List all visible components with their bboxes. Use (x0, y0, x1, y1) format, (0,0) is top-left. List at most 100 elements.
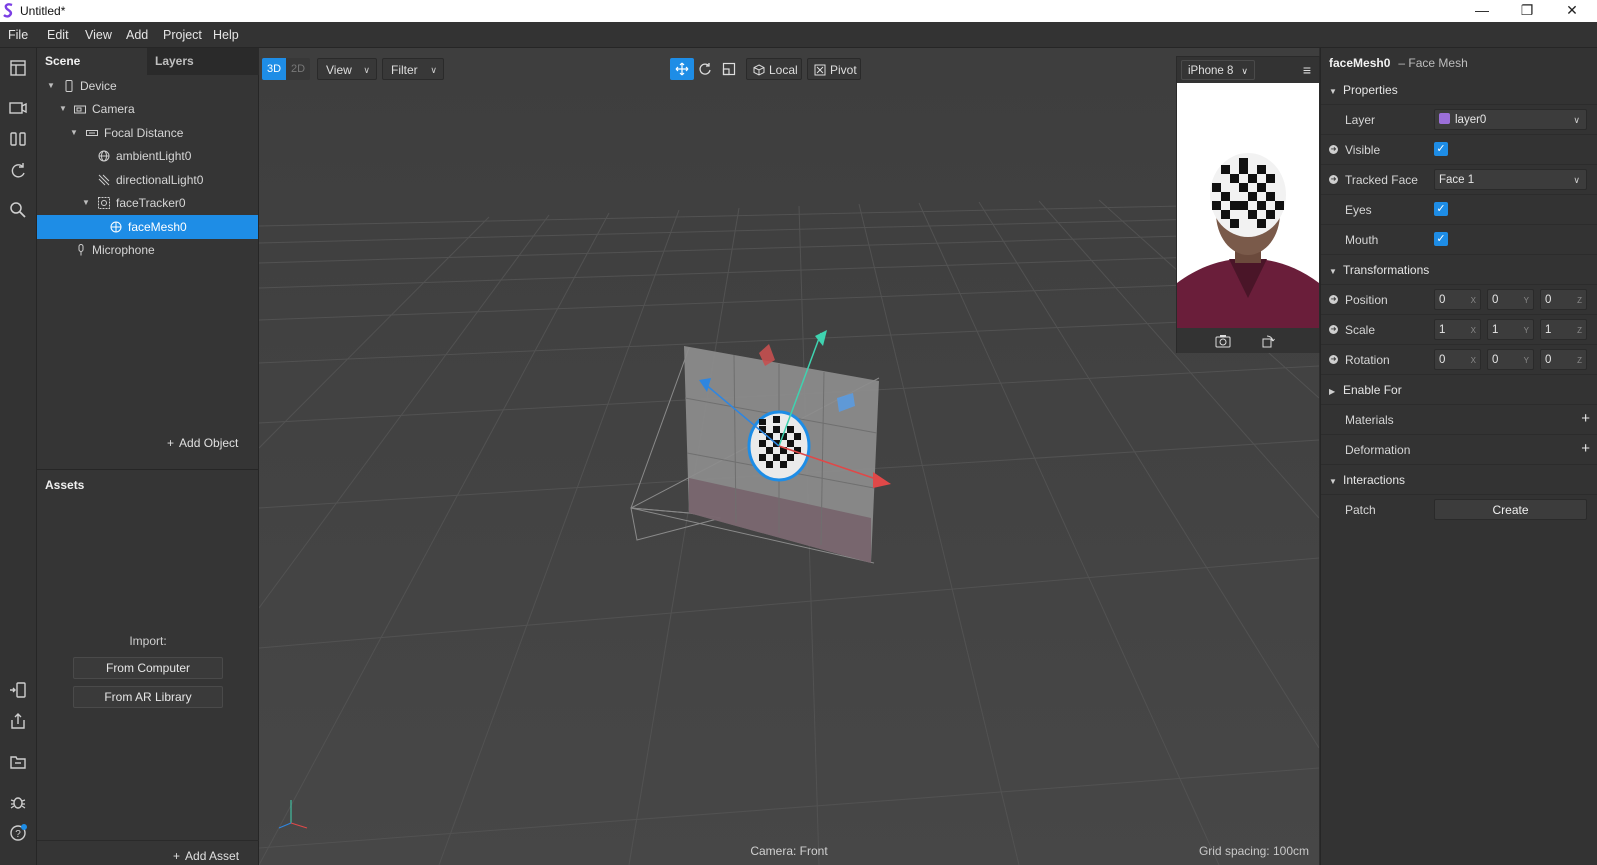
tree-label: ambientLight0 (116, 149, 192, 163)
scale-tool-button[interactable] (717, 58, 741, 80)
tree-item-device[interactable]: ▼ Device (37, 74, 258, 98)
expand-caret-icon[interactable]: ▼ (47, 74, 57, 98)
expand-caret-icon[interactable]: ▼ (70, 121, 80, 145)
mouth-label: Mouth (1345, 233, 1379, 247)
visible-checkbox[interactable]: ✓ (1434, 142, 1448, 156)
device-select[interactable]: iPhone 8 ∨ (1181, 60, 1255, 80)
connect-arrow-icon[interactable]: ➜ (1329, 325, 1338, 334)
minimize-button[interactable]: — (1460, 0, 1504, 22)
eyes-checkbox[interactable]: ✓ (1434, 202, 1448, 216)
section-interactions[interactable]: ▼ Interactions (1321, 465, 1597, 495)
rotate-tool-button[interactable] (693, 58, 717, 80)
plus-icon: + (173, 849, 181, 863)
section-label: Transformations (1343, 263, 1430, 277)
scale-x-field[interactable]: 1X (1434, 319, 1481, 340)
add-deformation-plus-icon[interactable]: + (1581, 440, 1590, 457)
tree-item-ambient-light[interactable]: ambientLight0 (37, 144, 258, 168)
mode-3d-button[interactable]: 3D (262, 58, 286, 80)
tree-item-directional-light[interactable]: directionalLight0 (37, 168, 258, 192)
close-button[interactable]: ✕ (1550, 0, 1594, 22)
expand-caret-icon[interactable]: ▼ (82, 191, 92, 215)
add-object-button[interactable]: + Add Object (167, 436, 238, 450)
help-icon[interactable]: ? (8, 823, 28, 843)
refresh-icon[interactable] (8, 161, 28, 181)
menu-view[interactable]: View (85, 28, 112, 42)
preview-header: iPhone 8 ∨ ≡ (1177, 57, 1319, 83)
axis-y-label: Y (1523, 356, 1529, 365)
menu-add[interactable]: Add (126, 28, 148, 42)
position-x-field[interactable]: 0X (1434, 289, 1481, 310)
maximize-button[interactable]: ❐ (1505, 0, 1549, 22)
connect-arrow-icon[interactable]: ➜ (1329, 145, 1338, 154)
rotation-z-field[interactable]: 0Z (1540, 349, 1587, 370)
menu-icon[interactable]: ≡ (1303, 62, 1311, 78)
position-z-field[interactable]: 0Z (1540, 289, 1587, 310)
section-enable-for[interactable]: ▶ Enable For (1321, 375, 1597, 405)
screenshot-icon[interactable] (1215, 334, 1231, 348)
ambient-light-icon (98, 150, 110, 162)
add-asset-button[interactable]: + Add Asset (173, 849, 239, 863)
tracked-face-select[interactable]: Face 1 ∨ (1434, 169, 1587, 190)
tree-label: Focal Distance (104, 126, 184, 140)
eyes-row: Eyes ✓ (1321, 195, 1597, 225)
tab-layers[interactable]: Layers (147, 48, 259, 75)
from-computer-button[interactable]: From Computer (73, 657, 223, 679)
layer-color-swatch (1439, 113, 1450, 124)
pivot-toggle[interactable]: Pivot (807, 58, 861, 80)
add-material-plus-icon[interactable]: + (1581, 410, 1590, 427)
layer-select[interactable]: layer0 ∨ (1434, 109, 1587, 130)
connect-arrow-icon[interactable]: ➜ (1329, 355, 1338, 364)
move-tool-button[interactable] (670, 58, 694, 80)
menu-edit[interactable]: Edit (47, 28, 69, 42)
tree-item-face-tracker[interactable]: ▼ faceTracker0 (37, 191, 258, 215)
filter-dropdown[interactable]: Filter ∨ (382, 58, 444, 80)
menu-file[interactable]: File (8, 28, 28, 42)
connect-arrow-icon[interactable]: ➜ (1329, 175, 1338, 184)
tree-item-microphone[interactable]: Microphone (37, 238, 258, 262)
tree-item-focal-distance[interactable]: ▼ Focal Distance (37, 121, 258, 145)
local-toggle[interactable]: Local (746, 58, 802, 80)
face-mesh-icon (110, 221, 122, 233)
rotate-device-icon[interactable] (1261, 334, 1275, 348)
layout-icon[interactable] (8, 58, 28, 78)
create-patch-button[interactable]: Create (1434, 499, 1587, 520)
rotation-y-field[interactable]: 0Y (1487, 349, 1534, 370)
menu-project[interactable]: Project (163, 28, 202, 42)
axis-x-label: X (1470, 356, 1476, 365)
scene-viewport[interactable]: 3D 2D View ∨ Filter ∨ Local Pivot Camera: … (259, 48, 1319, 865)
section-transformations[interactable]: ▼ Transformations (1321, 255, 1597, 285)
mouth-checkbox[interactable]: ✓ (1434, 232, 1448, 246)
search-icon[interactable] (8, 200, 28, 220)
scale-y-field[interactable]: 1Y (1487, 319, 1534, 340)
tree-item-face-mesh[interactable]: faceMesh0 (37, 215, 258, 239)
rotation-x-field[interactable]: 0X (1434, 349, 1481, 370)
device-label: iPhone 8 (1188, 65, 1234, 77)
eyes-label: Eyes (1345, 203, 1372, 217)
rotation-x-value: 0 (1439, 354, 1446, 366)
connect-arrow-icon[interactable]: ➜ (1329, 295, 1338, 304)
position-x-value: 0 (1439, 294, 1446, 306)
menu-help[interactable]: Help (213, 28, 239, 42)
patch-editor-icon[interactable] (8, 129, 28, 149)
expand-caret-icon[interactable]: ▼ (59, 97, 69, 121)
section-materials: Materials + (1321, 405, 1597, 435)
tab-scene[interactable]: Scene (37, 48, 147, 75)
section-properties[interactable]: ▼ Properties (1321, 75, 1597, 105)
position-z-value: 0 (1545, 294, 1552, 306)
axis-x-label: X (1470, 326, 1476, 335)
device-test-icon[interactable] (8, 680, 28, 700)
from-ar-library-button[interactable]: From AR Library (73, 686, 223, 708)
export-icon[interactable] (8, 711, 28, 731)
scale-z-field[interactable]: 1Z (1540, 319, 1587, 340)
mode-2d-button[interactable]: 2D (286, 58, 310, 80)
layer-value: layer0 (1455, 114, 1487, 126)
view-dropdown[interactable]: View ∨ (317, 58, 377, 80)
scale-x-value: 1 (1439, 324, 1446, 336)
section-deformation: Deformation + (1321, 435, 1597, 465)
bug-icon[interactable] (8, 792, 28, 812)
tree-item-camera[interactable]: ▼ Camera (37, 97, 258, 121)
import-label: Import: (129, 634, 167, 648)
asset-library-icon[interactable] (8, 752, 28, 772)
video-icon[interactable] (8, 98, 28, 118)
position-y-field[interactable]: 0Y (1487, 289, 1534, 310)
